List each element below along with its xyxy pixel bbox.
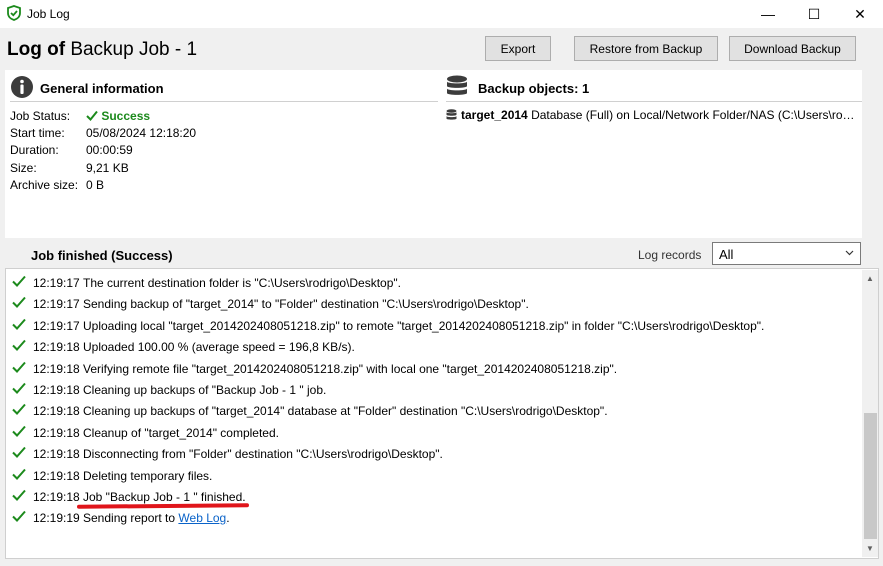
chevron-down-icon — [845, 250, 854, 256]
backup-objects-title: Backup objects: 1 — [478, 81, 590, 96]
page-title-job-name: Backup Job - 1 — [70, 39, 198, 60]
backup-object-item[interactable]: target_2014 Database (Full) on Local/Net… — [446, 108, 860, 122]
log-entry-time: 12:19:17 — [33, 318, 80, 333]
database-icon — [446, 109, 457, 120]
size-value: 9,21 KB — [86, 161, 129, 175]
page-title: Log of Backup Job - 1 — [7, 39, 197, 61]
start-time-value: 05/08/2024 12:18:20 — [86, 126, 197, 140]
log-entry-time: 12:19:18 — [33, 425, 80, 440]
general-info-title: General information — [40, 81, 164, 96]
log-entry-time: 12:19:17 — [33, 297, 80, 312]
check-icon — [12, 489, 26, 501]
log-entry-time: 12:19:18 — [33, 490, 80, 504]
job-status-value: Success — [86, 109, 150, 123]
log-entry-time: 12:19:19 — [33, 511, 80, 526]
log-records-value: All — [719, 247, 734, 262]
check-icon — [12, 297, 26, 309]
log-entry-message: Cleanup of "target_2014" completed. — [83, 425, 279, 440]
log-entry-message-suffix: . — [226, 511, 230, 526]
log-entry-time: 12:19:18 — [33, 340, 80, 355]
log-entry-message: Cleaning up backups of "target_2014" dat… — [83, 404, 608, 419]
scroll-up-icon[interactable]: ▲ — [866, 274, 874, 283]
header: Log of Backup Job - 1 Export Restore fro… — [0, 28, 883, 68]
log-entry-message: Verifying remote file "target_2014202408… — [83, 361, 618, 376]
export-button[interactable]: Export — [485, 36, 551, 61]
check-icon — [12, 425, 26, 437]
divider — [446, 101, 876, 102]
job-status-label: Job Status: — [10, 109, 71, 123]
log-entry-message: Uploaded 100.00 % (average speed = 196,8… — [83, 340, 355, 355]
log-entry-message: The current destination folder is "C:\Us… — [83, 276, 401, 290]
check-icon — [12, 511, 26, 523]
info-panel: General information Job Status: Success … — [5, 70, 876, 238]
log-entry-message: Deleting temporary files. — [83, 468, 213, 483]
scroll-thumb[interactable] — [864, 413, 877, 539]
check-icon — [12, 447, 26, 459]
backup-object-detail: Database (Full) on Local/Network Folder/… — [531, 108, 860, 122]
log-entry-message: Sending report to Web Log. — [83, 511, 230, 525]
maximize-button[interactable]: ☐ — [791, 0, 837, 28]
shield-icon — [7, 5, 21, 21]
log-list[interactable]: ▲ ▼ 12:19:17 The current destination fold… — [5, 268, 879, 559]
close-button[interactable]: ✕ — [837, 0, 883, 28]
log-entry-time: 12:19:18 — [33, 468, 80, 483]
title-bar: Job Log — ☐ ✕ — [0, 0, 883, 28]
log-entry-time: 12:19:17 — [33, 276, 80, 290]
log-records-select[interactable]: All — [712, 242, 861, 265]
check-icon — [12, 382, 26, 394]
minimize-icon: — — [761, 6, 775, 22]
archive-size-label: Archive size: — [10, 178, 79, 192]
close-icon: ✕ — [854, 5, 866, 22]
web-log-link[interactable]: Web Log — [178, 511, 226, 525]
info-scrollbar[interactable] — [862, 70, 879, 238]
scroll-down-icon[interactable]: ▼ — [866, 544, 874, 553]
duration-label: Duration: — [10, 143, 59, 157]
job-status-text: Success — [101, 109, 151, 123]
info-icon — [11, 76, 33, 98]
log-scrollbar[interactable]: ▲ ▼ — [862, 270, 878, 557]
check-icon — [12, 468, 26, 480]
window-title: Job Log — [27, 7, 70, 21]
log-records-label: Log records — [638, 248, 702, 262]
minimize-button[interactable]: — — [745, 0, 791, 28]
log-entry-message-prefix: Sending report to — [83, 511, 179, 526]
duration-value: 00:00:59 — [86, 143, 133, 157]
log-entry-message: Uploading local "target_2014202408051218… — [83, 318, 765, 333]
log-title: Job finished (Success) — [31, 248, 173, 263]
divider — [10, 101, 438, 102]
log-entry-time: 12:19:18 — [33, 404, 80, 419]
check-icon — [12, 404, 26, 416]
database-icon — [447, 75, 467, 95]
check-icon — [12, 361, 26, 373]
check-icon — [12, 275, 26, 287]
check-icon — [86, 110, 98, 121]
backup-object-name: target_2014 — [461, 108, 528, 122]
log-entry-time: 12:19:18 — [33, 447, 80, 462]
log-entry-message: Cleaning up backups of "Backup Job - 1 "… — [83, 383, 327, 397]
size-label: Size: — [10, 161, 37, 175]
maximize-icon: ☐ — [807, 5, 821, 22]
download-backup-button[interactable]: Download Backup — [729, 36, 856, 61]
start-time-label: Start time: — [10, 126, 65, 140]
log-entry-message: Disconnecting from "Folder" destination … — [83, 447, 443, 462]
log-entry-message: Job "Backup Job - 1 " finished. — [83, 490, 246, 504]
check-icon — [12, 340, 26, 352]
restore-from-backup-button[interactable]: Restore from Backup — [574, 36, 718, 61]
archive-size-value: 0 B — [86, 178, 105, 192]
log-entry-time: 12:19:18 — [33, 383, 80, 397]
log-entry-message: Sending backup of "target_2014" to "Fold… — [83, 297, 529, 312]
page-title-prefix: Log of — [7, 39, 66, 60]
log-entry-time: 12:19:18 — [33, 361, 80, 376]
check-icon — [12, 318, 26, 330]
